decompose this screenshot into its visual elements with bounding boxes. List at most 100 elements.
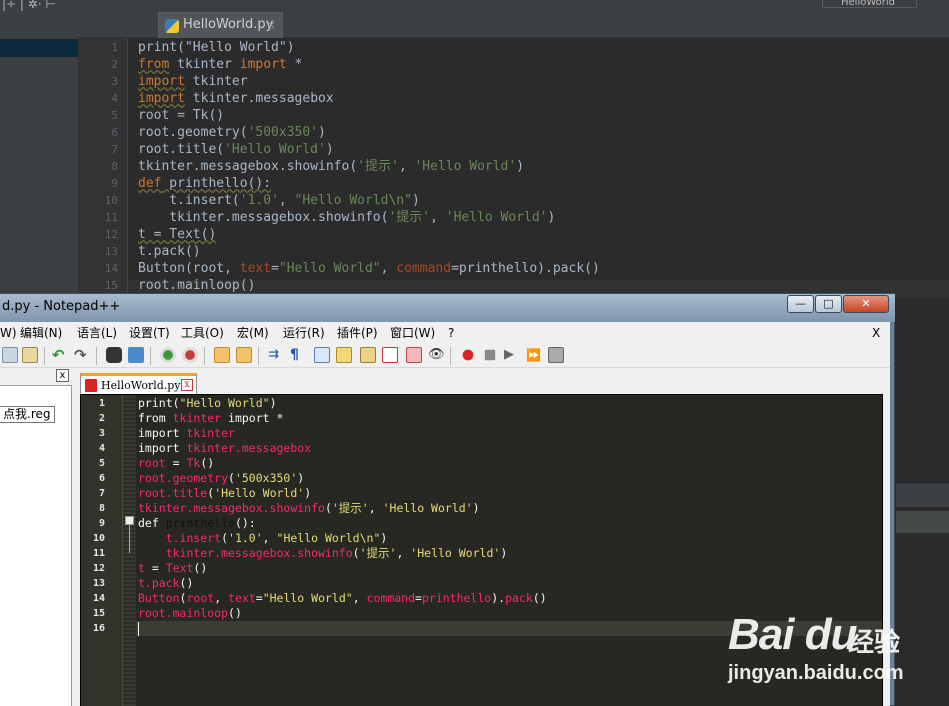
replace-icon[interactable] (128, 347, 144, 363)
code-line: import tkinter (138, 74, 248, 89)
menu-macro[interactable]: 插件(P) (337, 322, 378, 344)
line-number: 5 (98, 458, 105, 469)
udl-icon[interactable] (336, 347, 352, 363)
tab-close-icon[interactable]: x (181, 379, 193, 391)
close-button[interactable]: ✕ (843, 295, 889, 313)
line-number: 15 (104, 279, 118, 292)
code-line: root = Tk() (138, 108, 225, 123)
line-number: 2 (111, 58, 118, 71)
code-line: import tkinter.messagebox (138, 91, 334, 106)
line-number: 12 (92, 563, 105, 574)
copy-icon[interactable] (2, 347, 18, 363)
fold-toggle-icon[interactable] (125, 516, 134, 525)
run-macro-multiple-icon[interactable]: ⏩ (526, 347, 542, 363)
line-number: 12 (104, 228, 118, 241)
tool-strip (896, 511, 949, 533)
tab-close-icon[interactable]: × (266, 13, 276, 37)
code-line: root.geometry('500x350') (138, 125, 326, 140)
sync-horizontal-icon[interactable] (236, 347, 252, 363)
line-number: 4 (111, 92, 118, 105)
code-line: print("Hello World") (138, 396, 277, 410)
run-config-select[interactable]: HelloWorld (822, 0, 917, 8)
stop-macro-icon[interactable] (484, 349, 496, 361)
tab-helloworld[interactable]: HelloWorld.py × (158, 12, 283, 38)
menu-settings[interactable]: 运行(R) (283, 322, 325, 344)
line-number: 3 (98, 428, 105, 439)
line-number: 14 (92, 593, 105, 604)
line-number: 7 (98, 488, 105, 499)
code-line: t.insert('1.0', "Hello World\n") (138, 193, 420, 208)
code-line: root = Tk() (138, 456, 215, 470)
menu-language[interactable]: 宏(M) (237, 322, 269, 344)
show-all-chars-icon[interactable]: ¶ (290, 347, 306, 363)
redo-icon[interactable]: ↷ (74, 347, 90, 363)
paste-icon[interactable] (22, 347, 38, 363)
menu-view[interactable]: 设置(T) (129, 322, 170, 344)
code-line: Button(root, text="Hello World", command… (138, 591, 547, 605)
menu-search[interactable]: 语言(L) (77, 322, 117, 344)
code-line: Button(root, text="Hello World", command… (138, 261, 600, 276)
record-macro-icon[interactable] (460, 347, 476, 363)
tab-label: HelloWorld.py (101, 379, 181, 392)
find-icon[interactable] (106, 347, 122, 363)
doc-list-close-icon[interactable]: x (56, 369, 69, 382)
menu-edit[interactable]: 编辑(N) (20, 322, 62, 344)
code-line: tkinter.messagebox.showinfo('提示', 'Hello… (138, 546, 508, 560)
menu-encoding[interactable]: 工具(O) (181, 322, 224, 344)
undo-icon[interactable]: ↶ (52, 347, 68, 363)
menu-close-doc[interactable]: X (872, 322, 880, 344)
play-macro-icon[interactable]: ▶ (504, 347, 520, 363)
line-number: 8 (111, 160, 118, 173)
line-number: 1 (111, 41, 118, 54)
code-line: print("Hello World") (138, 40, 295, 55)
code-line: t = Text() (138, 227, 217, 242)
code-line: root.geometry('500x350') (138, 471, 305, 485)
line-number: 10 (92, 533, 105, 544)
menu-file[interactable]: W) (0, 322, 17, 344)
project-toolbar: |÷ | ✲· ⊢ (0, 0, 78, 14)
baidu-jingyan-watermark: Bai du 经验 jingyan.baidu.com (728, 602, 944, 694)
tab-label: HelloWorld.py (183, 17, 274, 32)
code-line: def printhello(): (138, 516, 256, 530)
monitoring-icon[interactable]: 👁 (428, 347, 445, 363)
fold-line (129, 525, 130, 553)
line-number: 9 (111, 177, 118, 190)
line-number: 6 (98, 473, 105, 484)
zoom-in-icon[interactable] (160, 347, 176, 363)
minimize-button[interactable]: — (787, 295, 814, 313)
code-line: from tkinter import * (138, 57, 303, 72)
folder-workspace-icon[interactable] (406, 347, 422, 363)
menu-window[interactable]: 窗口(W) (390, 322, 435, 344)
toolbar-separator (258, 347, 259, 365)
project-selected-row[interactable] (0, 39, 78, 57)
toolbar-glyphs[interactable]: |÷ | ✲· ⊢ (2, 0, 56, 11)
baidu-logo: Bai du (728, 610, 857, 659)
line-number: 11 (104, 211, 118, 224)
doc-map-icon[interactable] (360, 347, 376, 363)
code-line: from tkinter import * (138, 411, 284, 425)
line-number: 9 (98, 518, 105, 529)
code-line: tkinter.messagebox.showinfo('提示', 'Hello… (138, 501, 480, 515)
maximize-button[interactable]: □ (815, 295, 842, 313)
function-list-icon[interactable] (382, 347, 398, 363)
code-line: root.title('Hello World') (138, 142, 334, 157)
word-wrap-icon[interactable]: ⇉ (268, 347, 284, 363)
zoom-out-icon[interactable] (182, 347, 198, 363)
doc-list-item[interactable]: 点我.reg (0, 406, 55, 423)
line-gutter: 1 2 3 4 5 6 7 8 9 10 11 12 13 14 15 16 (81, 395, 123, 706)
tab-helloworld[interactable]: HelloWorld.py x (80, 373, 197, 396)
code-line: import tkinter.messagebox (138, 441, 312, 455)
line-number: 15 (92, 608, 105, 619)
toolbar-separator (150, 347, 151, 365)
indent-guide-icon[interactable] (314, 347, 330, 363)
tab-bar: HelloWorld.py x (72, 368, 890, 396)
title-bar[interactable]: d.py - Notepad++ — □ ✕ (0, 294, 895, 322)
save-macro-icon[interactable] (548, 347, 564, 363)
sync-vertical-icon[interactable] (214, 347, 230, 363)
line-number: 1 (98, 398, 105, 409)
python-file-icon (165, 19, 179, 33)
code-line: tkinter.messagebox.showinfo('提示', 'Hello… (138, 210, 556, 225)
text-caret (138, 622, 139, 636)
toolbar: ↶ ↷ ⇉ ¶ 👁 ▶ ⏩ (0, 344, 890, 368)
menu-help[interactable]: ? (448, 322, 454, 344)
